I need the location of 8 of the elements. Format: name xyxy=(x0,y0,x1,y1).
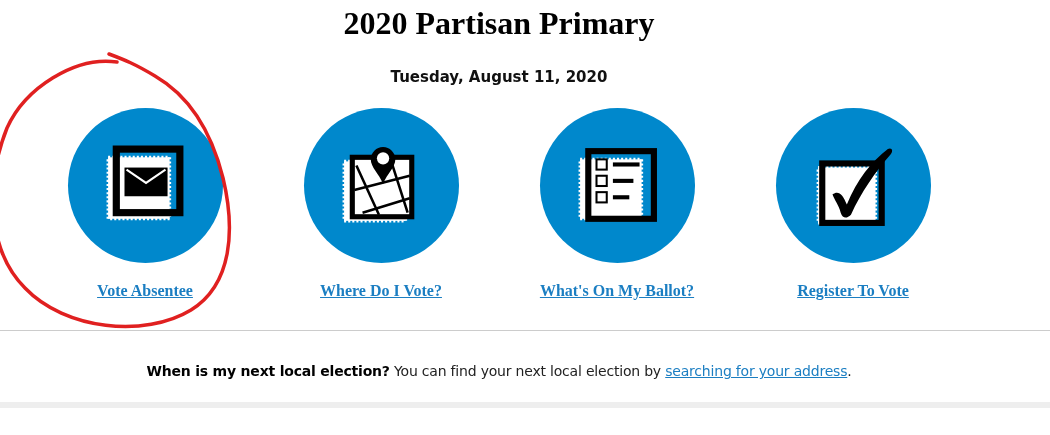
action-link[interactable]: What's On My Ballot? xyxy=(539,281,695,301)
page-title: 2020 Partisan Primary xyxy=(343,4,655,42)
next-election-note: When is my next local election? You can find your next local election by searching for your address. xyxy=(145,362,853,380)
election-date: Tuesday, August 11, 2020 xyxy=(390,68,608,86)
action-link[interactable]: Vote Absentee xyxy=(97,281,193,301)
address-search-link[interactable]: searching for your address xyxy=(665,363,848,379)
action-link[interactable]: Where Do I Vote? xyxy=(320,281,442,301)
action-link[interactable]: Register To Vote xyxy=(797,281,909,301)
